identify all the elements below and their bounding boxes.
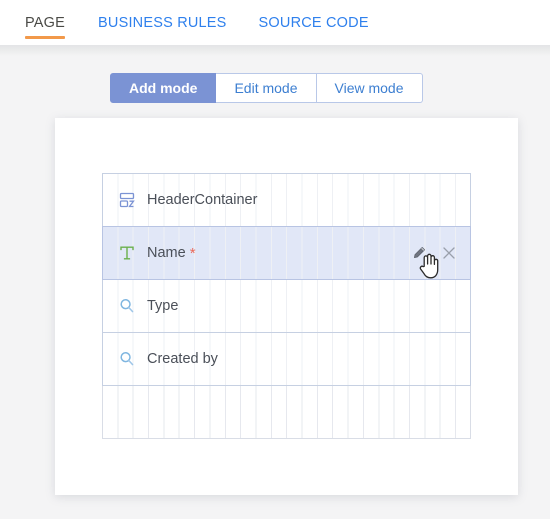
view-mode-button[interactable]: View mode [316, 73, 423, 103]
tab-business-rules[interactable]: BUSINESS RULES [65, 0, 227, 45]
empty-column-grid[interactable] [102, 386, 471, 439]
view-mode-label: View mode [334, 80, 404, 96]
tab-source-code-label: SOURCE CODE [258, 14, 369, 31]
field-row-name[interactable]: Name * [102, 226, 471, 280]
field-row-created-by[interactable]: Created by [102, 332, 471, 386]
edit-mode-button[interactable]: Edit mode [216, 73, 317, 103]
remove-close-icon[interactable] [440, 244, 458, 262]
field-row-label: Type [147, 298, 179, 314]
tab-source-code[interactable]: SOURCE CODE [227, 0, 369, 45]
container-icon [116, 189, 138, 211]
edit-mode-label: Edit mode [234, 80, 298, 96]
add-mode-label: Add mode [129, 80, 198, 96]
field-row-label: Created by [147, 351, 218, 367]
page-designer-card: HeaderContainer Name * Type Created by [55, 118, 518, 495]
field-row-label: Name [147, 245, 186, 261]
lookup-search-icon [116, 348, 138, 370]
tab-page-label: PAGE [25, 14, 66, 31]
field-row-label: HeaderContainer [147, 192, 258, 208]
active-tab-underline [25, 36, 66, 39]
lookup-search-icon [116, 295, 138, 317]
top-tab-bar: PAGE BUSINESS RULES SOURCE CODE [0, 0, 550, 45]
tab-business-rules-label: BUSINESS RULES [98, 14, 227, 31]
field-list: HeaderContainer Name * Type Created by [102, 173, 471, 439]
tab-page[interactable]: PAGE [0, 0, 66, 45]
add-mode-button[interactable]: Add mode [110, 73, 217, 103]
header-separator [0, 45, 550, 56]
mode-switcher: Add mode Edit mode View mode [110, 73, 423, 103]
text-field-icon [116, 242, 138, 264]
required-asterisk: * [189, 244, 196, 262]
field-row-header-container[interactable]: HeaderContainer [102, 173, 471, 227]
field-row-actions [410, 227, 458, 279]
field-row-type[interactable]: Type [102, 279, 471, 333]
edit-pencil-icon[interactable] [410, 244, 428, 262]
